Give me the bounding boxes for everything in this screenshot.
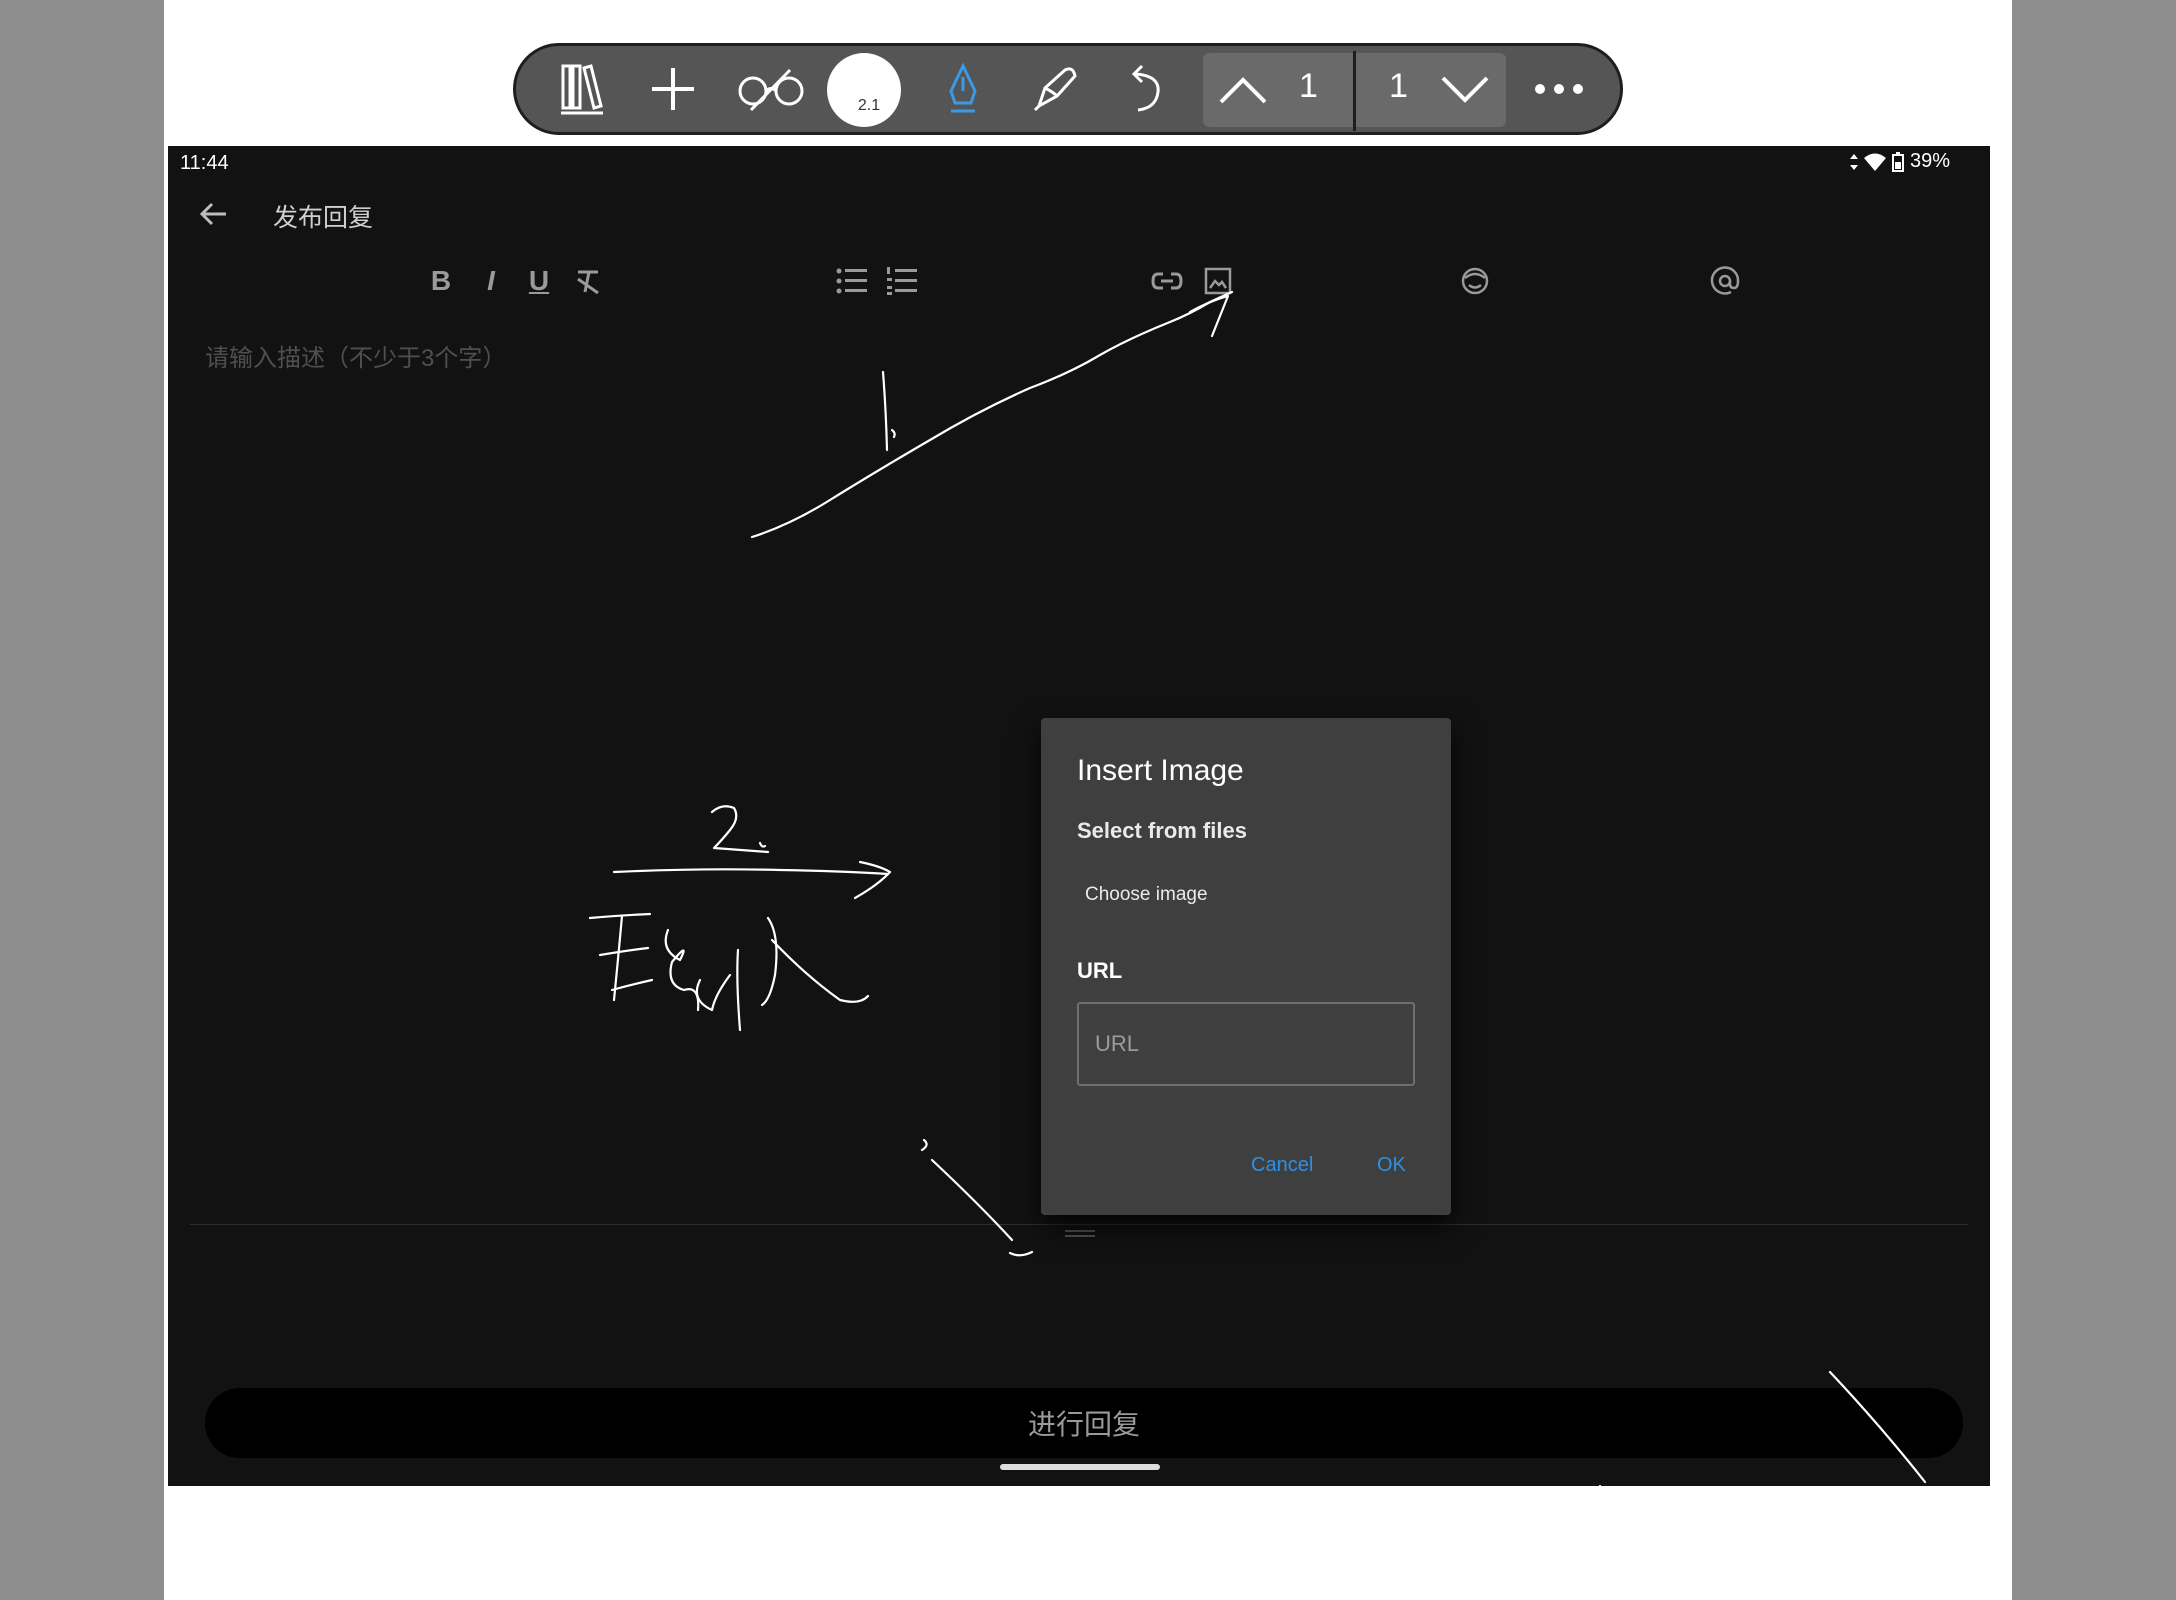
dialog-title: Insert Image (1077, 754, 1244, 787)
choose-image-button[interactable]: Choose image (1077, 878, 1216, 912)
bullet-list-icon[interactable] (835, 263, 869, 299)
resize-handle[interactable] (1065, 1230, 1095, 1237)
url-input[interactable] (1077, 1002, 1415, 1086)
dialog-subtitle: Select from files (1077, 818, 1247, 843)
wifi-icon (1863, 153, 1886, 171)
eraser-icon[interactable] (1026, 46, 1086, 132)
page-navigator: 1 1 (1203, 51, 1506, 131)
page-title: 发布回复 (273, 204, 374, 232)
submit-reply-button[interactable]: 进行回复 (205, 1388, 1963, 1458)
glasses-icon[interactable] (736, 46, 806, 132)
note-toolbar: 2.1 1 1 (513, 43, 1623, 135)
clear-format-icon[interactable] (572, 263, 604, 299)
back-arrow-icon[interactable] (196, 196, 232, 232)
page-up-icon[interactable] (1215, 53, 1271, 127)
numbered-list-icon[interactable] (885, 263, 919, 299)
home-indicator[interactable] (1000, 1464, 1160, 1470)
battery-level: 39% (1909, 150, 1950, 172)
divider (190, 1224, 1968, 1225)
undo-icon[interactable] (1116, 46, 1176, 132)
library-icon[interactable] (552, 46, 612, 132)
italic-button[interactable]: I (476, 263, 506, 299)
insert-image-dialog: Insert Image Select from files Choose im… (1041, 718, 1451, 1215)
current-page: 1 (1299, 67, 1318, 105)
pen-icon[interactable] (938, 46, 988, 132)
underline-button[interactable]: U (524, 263, 554, 299)
link-icon[interactable] (1150, 263, 1184, 299)
pen-size-label: 2.1 (857, 97, 881, 114)
battery-icon (1891, 151, 1904, 172)
url-label: URL (1077, 958, 1123, 983)
description-input[interactable]: 请输入描述（不少于3个字） (205, 338, 506, 373)
emoji-icon[interactable] (1457, 263, 1493, 299)
cancel-button[interactable]: Cancel (1247, 1150, 1317, 1181)
image-icon[interactable] (1201, 263, 1235, 299)
size-picker[interactable]: 2.1 (827, 53, 901, 127)
page-down-icon[interactable] (1435, 53, 1495, 127)
more-icon[interactable] (1526, 46, 1592, 132)
page-divider (1353, 51, 1356, 131)
mention-icon[interactable] (1707, 263, 1743, 299)
status-icons: 39% (1849, 150, 1950, 173)
total-pages: 1 (1389, 67, 1408, 105)
ok-button[interactable]: OK (1373, 1150, 1410, 1181)
data-arrows-icon (1849, 153, 1858, 170)
bold-button[interactable]: B (426, 263, 456, 299)
status-time: 11:44 (180, 152, 229, 174)
plus-icon[interactable] (643, 46, 703, 132)
device-screen: 11:44 39% 发布回复 B I U 请输入描述（不少于3个字） 进行回复 … (168, 146, 1990, 1486)
